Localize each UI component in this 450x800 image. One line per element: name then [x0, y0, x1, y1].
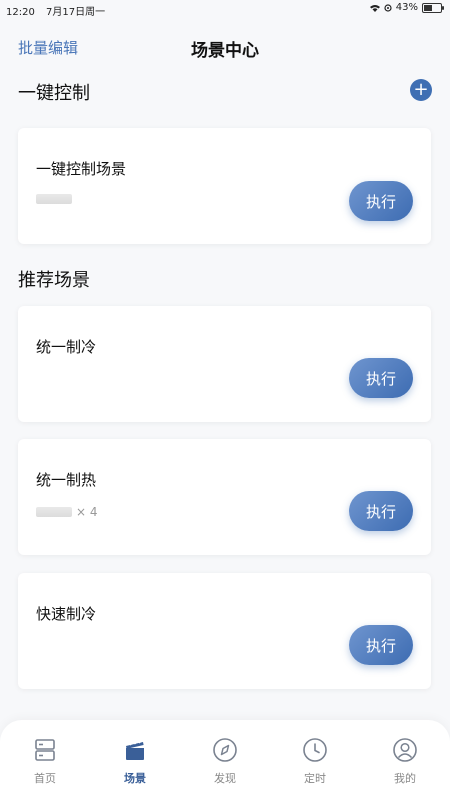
execute-button[interactable]: 执行 [349, 358, 413, 398]
status-date: 7月17日周一 [46, 7, 106, 18]
scene-devices: × 4 [36, 505, 98, 519]
section-title-one-key: 一键控制 [18, 83, 90, 104]
tab-label: 场景 [124, 772, 146, 785]
status-time: 12:20 [6, 7, 35, 18]
tab-mine[interactable]: 我的 [370, 736, 440, 786]
execute-button[interactable]: 执行 [349, 181, 413, 221]
wifi-icon [369, 4, 380, 12]
user-icon [393, 738, 417, 762]
add-scene-button[interactable]: + [410, 79, 432, 101]
status-bar: 12:20 7月17日周一 43% [0, 0, 450, 18]
tab-scene[interactable]: 场景 [100, 736, 170, 786]
tab-discover[interactable]: 发现 [190, 736, 260, 786]
device-count: × 4 [76, 505, 98, 519]
execute-button[interactable]: 执行 [349, 625, 413, 665]
tab-timer[interactable]: 定时 [280, 736, 350, 786]
clapperboard-icon [126, 741, 144, 760]
location-icon [384, 3, 392, 12]
execute-button[interactable]: 执行 [349, 491, 413, 531]
scene-name: 统一制冷 [36, 338, 97, 356]
tab-label: 我的 [394, 772, 416, 785]
plus-icon: + [413, 79, 429, 100]
scene-devices [36, 194, 76, 204]
battery-icon [422, 2, 444, 13]
tab-home[interactable]: 首页 [10, 736, 80, 786]
tab-label: 首页 [34, 772, 56, 785]
scene-name: 一键控制场景 [36, 160, 127, 178]
device-thumbnail [36, 507, 72, 517]
section-title-recommended: 推荐场景 [18, 270, 90, 291]
tab-label: 发现 [214, 772, 236, 785]
scene-card[interactable]: 统一制热 × 4 执行 [18, 439, 431, 555]
scene-name: 统一制热 [36, 471, 97, 489]
scene-card[interactable]: 统一制冷 执行 [18, 306, 431, 422]
battery-percent: 43% [395, 2, 418, 13]
compass-icon [213, 738, 237, 762]
nav-bar: 批量编辑 场景中心 [0, 28, 450, 64]
scene-card[interactable]: 快速制冷 执行 [18, 573, 431, 689]
page-title: 场景中心 [191, 41, 259, 61]
device-thumbnail [36, 194, 72, 204]
tab-label: 定时 [304, 772, 326, 785]
scene-name: 快速制冷 [36, 605, 97, 623]
tab-bar: 首页 场景 发现 定时 我的 [0, 720, 450, 800]
clock-icon [303, 738, 327, 762]
scene-card[interactable]: 一键控制场景 执行 [18, 128, 431, 244]
server-icon [35, 739, 55, 761]
